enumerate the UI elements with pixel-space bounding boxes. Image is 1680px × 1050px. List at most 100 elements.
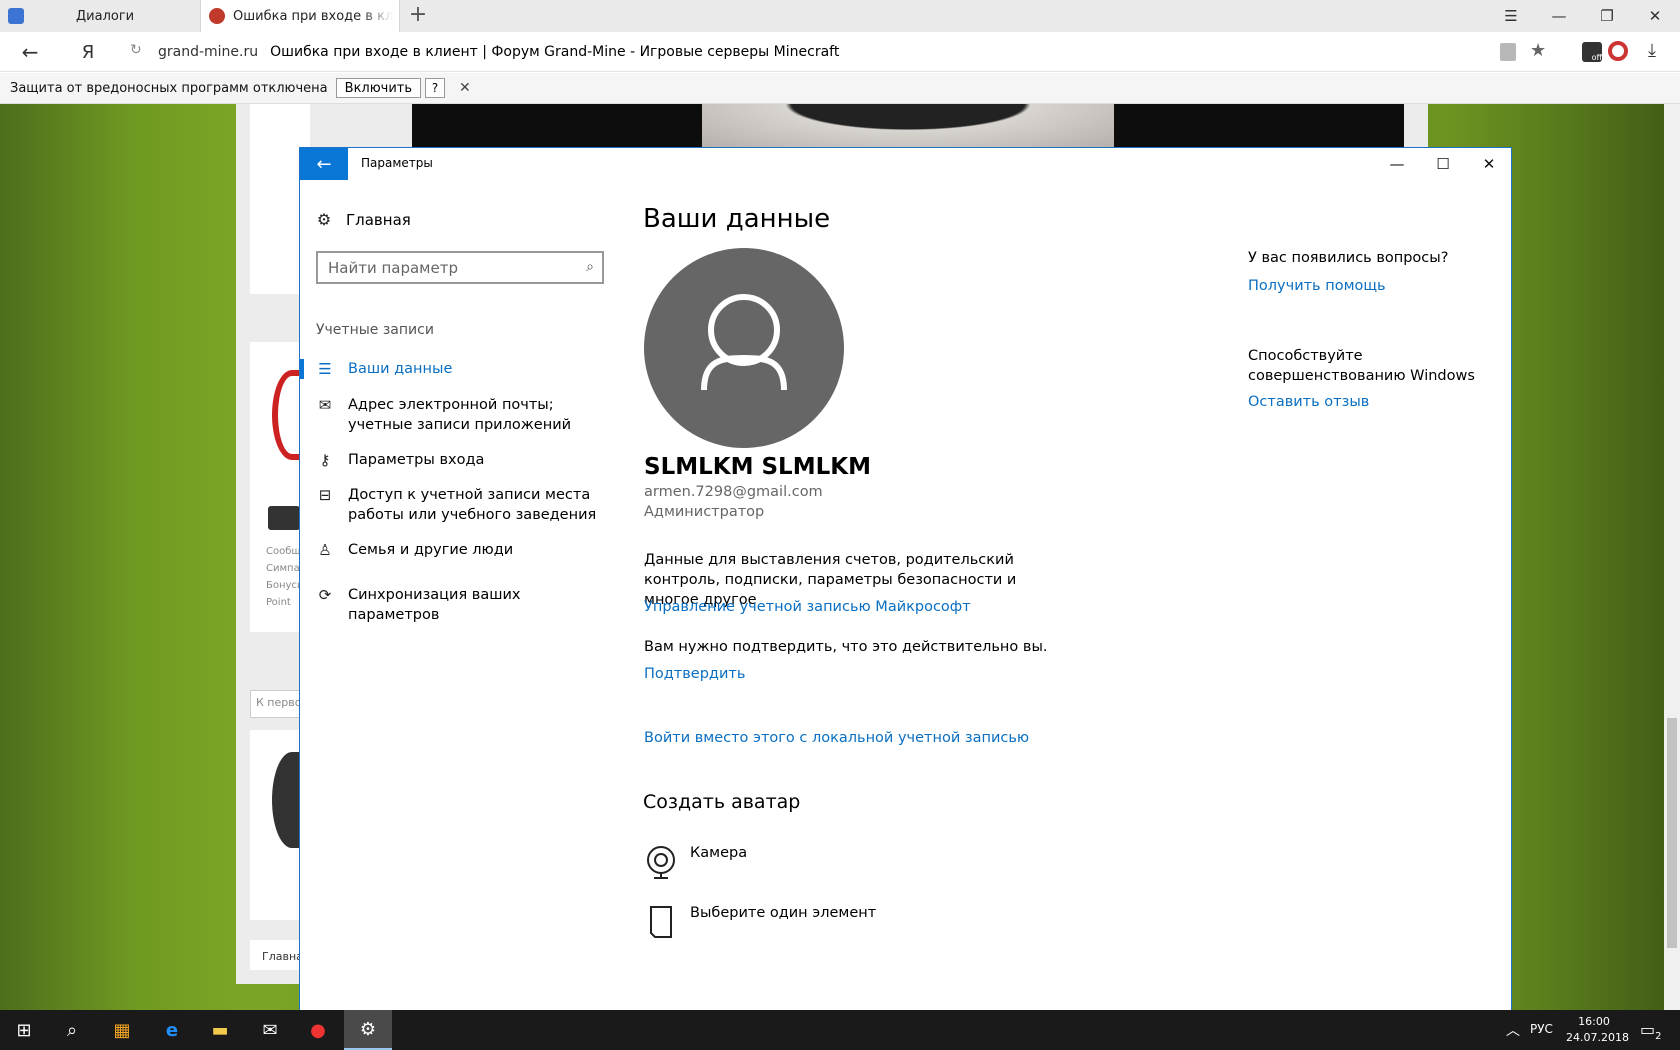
settings-window-title: Параметры — [361, 156, 433, 170]
notification-count: 2 — [1655, 1031, 1662, 1043]
page-scrollbar[interactable] — [1664, 104, 1680, 1010]
user-email: armen.7298@gmail.com — [644, 484, 823, 500]
file-icon — [650, 906, 672, 938]
add-person-icon: ♙ — [318, 541, 332, 559]
edge-icon[interactable]: e — [148, 1010, 196, 1050]
nav-item-label: Адрес электронной почты; учетные записи … — [348, 397, 572, 433]
extension-adblock-icon[interactable]: off — [1582, 42, 1602, 62]
settings-close-icon[interactable]: ✕ — [1466, 148, 1512, 180]
briefcase-icon: ⊟ — [318, 486, 332, 504]
url-domain: grand-mine.ru — [158, 44, 259, 60]
settings-titlebar: ← Параметры — ☐ ✕ — [300, 148, 1511, 180]
forum-image-person — [702, 104, 1114, 148]
address-bar: ← Я ↻ grand-mine.ru Ошибка при входе в к… — [0, 32, 1680, 72]
search-icon[interactable]: ⌕ — [586, 259, 594, 275]
protection-warning-bar: Защита от вредоносных программ отключена… — [0, 73, 1680, 104]
protection-warning-text: Защита от вредоносных программ отключена — [10, 80, 328, 96]
bookmark-star-icon[interactable]: ★ — [1530, 40, 1546, 61]
tab-label: Диалоги — [76, 8, 135, 24]
browse-option[interactable]: Выберите один элемент — [644, 905, 876, 941]
new-tab-button[interactable]: + — [406, 4, 430, 28]
tab-forum-error[interactable]: Ошибка при входе в клиент — [200, 0, 400, 32]
restore-icon[interactable]: ❐ — [1584, 0, 1630, 32]
yandex-button[interactable]: Я — [74, 40, 102, 64]
store-icon[interactable]: ▦ — [98, 1010, 146, 1050]
taskbar: ⊞ ⌕ ▦ e ▬ ✉ ● ⚙ ︿ РУС 16:00 24.07.2018 ▭… — [0, 1010, 1680, 1050]
nav-item-label: Семья и другие люди — [348, 542, 514, 558]
camera-option[interactable]: Камера — [644, 845, 747, 881]
person-list-icon: ☰ — [318, 360, 332, 378]
user-avatar-icon — [701, 294, 787, 391]
get-help-link[interactable]: Получить помощь — [1248, 278, 1386, 294]
help-question: У вас появились вопросы? — [1248, 250, 1449, 266]
help-button[interactable]: ? — [425, 78, 446, 98]
nav-section-title: Учетные записи — [316, 322, 434, 338]
page-title: Ваши данные — [643, 204, 831, 234]
nav-item-family[interactable]: ♙ Семья и другие люди — [316, 540, 616, 560]
forum-text: Point — [266, 597, 291, 608]
settings-window: ← Параметры — ☐ ✕ ⚙ Главная ⌕ Учетные за… — [299, 147, 1512, 1010]
forum-image — [412, 104, 1404, 148]
settings-maximize-icon[interactable]: ☐ — [1420, 148, 1466, 180]
nav-item-sign-in-options[interactable]: ⚷ Параметры входа — [316, 450, 616, 470]
clock-date: 24.07.2018 — [1566, 1031, 1629, 1044]
clock[interactable]: 16:00 24.07.2018 — [1566, 1014, 1629, 1046]
tab-dialogs[interactable]: Диалоги — [0, 0, 199, 32]
nav-item-work-access[interactable]: ⊟ Доступ к учетной записи места работы и… — [316, 485, 616, 525]
sync-icon: ⟳ — [318, 586, 332, 604]
feedback-link[interactable]: Оставить отзыв — [1248, 394, 1369, 410]
camera-label: Камера — [690, 845, 748, 861]
settings-search-box[interactable]: ⌕ — [316, 251, 604, 284]
local-account-link[interactable]: Войти вместо этого с локальной учетной з… — [644, 730, 1029, 746]
user-name: SLMLKM SLMLKM — [644, 454, 871, 480]
tab-label: Ошибка при входе в клиент — [233, 8, 393, 24]
tray-chevron-icon[interactable]: ︿ — [1506, 1020, 1520, 1040]
avatar — [644, 248, 844, 448]
language-indicator[interactable]: РУС — [1530, 1022, 1553, 1036]
chat-icon — [8, 8, 24, 24]
back-arrow-icon[interactable]: ← — [16, 40, 44, 64]
camera-icon — [647, 846, 675, 879]
forum-button-stub — [268, 506, 300, 530]
nav-home-label: Главная — [346, 210, 411, 229]
browser-menu-icon[interactable]: ☰ — [1488, 0, 1534, 32]
nav-item-label: Синхронизация ваших параметров — [348, 587, 521, 623]
nav-item-sync[interactable]: ⟳ Синхронизация ваших параметров — [316, 585, 616, 625]
search-icon[interactable]: ⌕ — [48, 1010, 96, 1050]
minimize-icon[interactable]: — — [1536, 0, 1582, 32]
nav-item-your-info[interactable]: ☰ Ваши данные — [316, 359, 616, 379]
download-icon[interactable]: ⤓ — [1648, 40, 1656, 61]
settings-minimize-icon[interactable]: — — [1374, 148, 1420, 180]
key-icon: ⚷ — [319, 451, 331, 469]
close-bar-icon[interactable]: ✕ — [459, 80, 471, 96]
settings-back-button[interactable]: ← — [300, 148, 348, 180]
create-avatar-heading: Создать аватар — [643, 791, 801, 813]
site-favicon-icon — [209, 8, 225, 24]
reload-icon[interactable]: ↻ — [130, 42, 142, 58]
verify-text: Вам нужно подтвердить, что это действите… — [644, 639, 1048, 655]
mail-icon: ✉ — [318, 396, 332, 414]
settings-search-input[interactable] — [328, 258, 568, 277]
verify-link[interactable]: Подтвердить — [644, 666, 745, 682]
settings-gear-icon[interactable]: ⚙ — [344, 1010, 392, 1050]
lock-icon[interactable] — [1500, 43, 1516, 61]
close-icon[interactable]: ✕ — [1632, 0, 1678, 32]
notification-icon[interactable]: ▭2 — [1640, 1020, 1662, 1042]
nav-home[interactable]: ⚙ Главная — [316, 210, 411, 229]
clock-time: 16:00 — [1578, 1015, 1610, 1028]
yandex-browser-icon[interactable]: ● — [294, 1010, 342, 1050]
nav-item-email-accounts[interactable]: ✉ Адрес электронной почты; учетные запис… — [316, 395, 616, 435]
url-page-title: Ошибка при входе в клиент | Форум Grand-… — [270, 44, 840, 60]
forum-text: Сообщ — [266, 546, 301, 557]
enable-protection-button[interactable]: Включить — [335, 78, 422, 98]
url-field[interactable]: ↻ grand-mine.ru Ошибка при входе в клиен… — [120, 38, 1560, 66]
extension-lifebuoy-icon[interactable] — [1608, 41, 1628, 61]
user-role: Администратор — [644, 504, 765, 520]
folder-icon[interactable]: ▬ — [196, 1010, 244, 1050]
browse-label: Выберите один элемент — [690, 905, 877, 921]
mail-icon[interactable]: ✉ — [246, 1010, 294, 1050]
manage-account-link[interactable]: Управление учетной записью Майкрософт — [644, 599, 971, 615]
start-windows-icon[interactable]: ⊞ — [0, 1010, 48, 1050]
nav-item-label: Доступ к учетной записи места работы или… — [348, 487, 597, 523]
scrollbar-thumb[interactable] — [1667, 718, 1677, 948]
